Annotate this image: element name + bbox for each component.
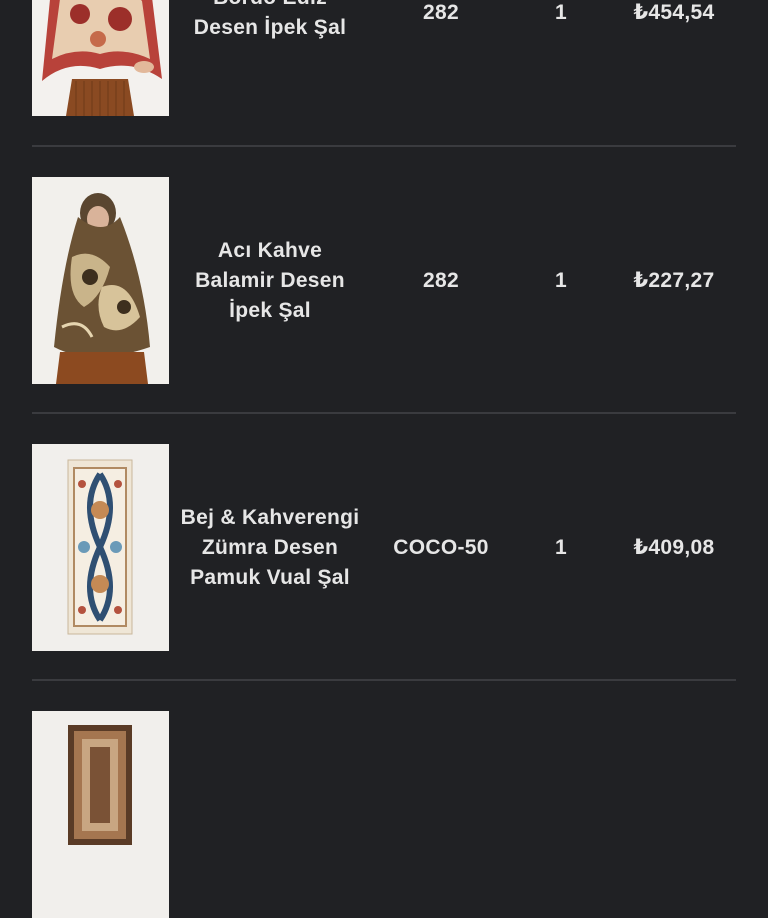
product-image[interactable]: [32, 711, 169, 918]
product-code: 282: [423, 0, 459, 24]
scarf-brown-square-image: [32, 711, 169, 918]
product-name-line: Bej & Kahverengi: [180, 505, 360, 529]
product-name-line: Acı Kahve: [217, 238, 323, 262]
row-divider: [32, 145, 736, 147]
product-image[interactable]: [32, 444, 169, 651]
order-item-row[interactable]: Bordo Ediz Desen İpek Şal 282 1 ₺454,54: [0, 0, 768, 116]
product-image[interactable]: [32, 0, 169, 116]
product-name-line: İpek Şal: [229, 298, 311, 322]
product-name-line: Pamuk Vual Şal: [190, 565, 350, 589]
row-divider: [32, 679, 736, 681]
product-name: Bordo Ediz Desen İpek Şal: [169, 0, 371, 116]
row-divider: [32, 412, 736, 414]
product-name-line: Zümra Desen: [201, 535, 339, 559]
product-name: Acı Kahve Balamir Desen İpek Şal: [169, 177, 371, 384]
product-quantity: 1: [555, 268, 567, 292]
product-code: COCO-50: [393, 535, 489, 559]
product-name-line: Desen İpek Şal: [193, 15, 347, 39]
product-image[interactable]: [32, 177, 169, 384]
scarf-beige-pattern-image: [32, 444, 169, 651]
order-item-row[interactable]: [0, 711, 768, 918]
product-code: 282: [423, 268, 459, 292]
product-quantity: 1: [555, 535, 567, 559]
product-name: Bej & Kahverengi Zümra Desen Pamuk Vual …: [169, 444, 371, 651]
order-item-row[interactable]: Bej & Kahverengi Zümra Desen Pamuk Vual …: [0, 444, 768, 651]
scarf-red-paisley-image: [32, 0, 169, 116]
product-price: ₺409,08: [633, 536, 715, 559]
order-item-row[interactable]: Acı Kahve Balamir Desen İpek Şal 282 1 ₺…: [0, 177, 768, 384]
product-price: ₺227,27: [633, 269, 715, 292]
product-price: ₺454,54: [633, 1, 715, 24]
scarf-brown-floral-image: [32, 177, 169, 384]
product-quantity: 1: [555, 0, 567, 24]
product-name-line: Balamir Desen: [195, 268, 345, 292]
product-name-line: Bordo Ediz: [194, 0, 346, 13]
